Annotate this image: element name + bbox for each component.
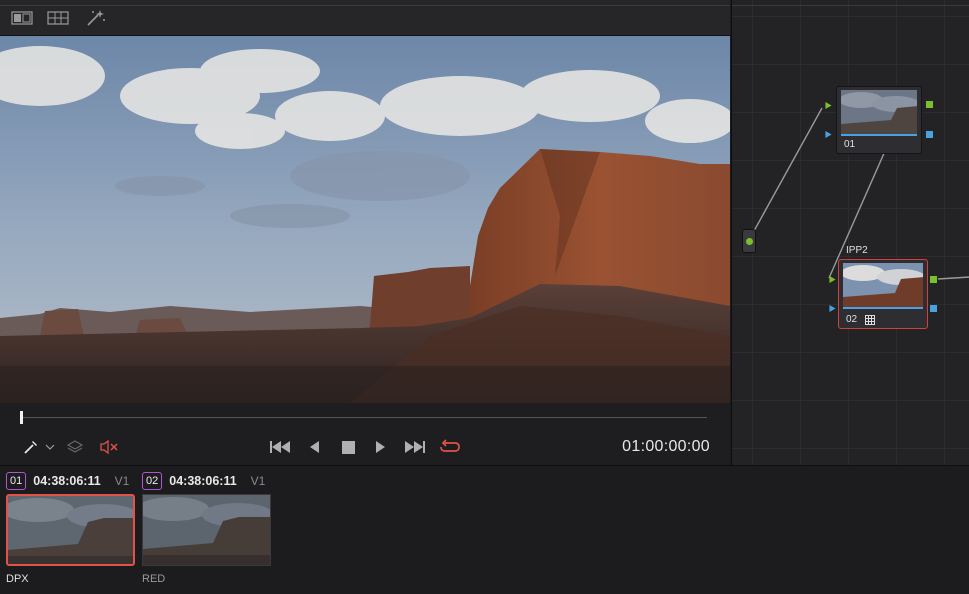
node-01-thumbnail bbox=[841, 90, 917, 134]
node-01-rgb-output[interactable] bbox=[926, 101, 933, 108]
node-01-progress-bar bbox=[841, 134, 917, 136]
clip-01-number: 01 bbox=[6, 472, 27, 490]
clip-02-thumbnail[interactable] bbox=[142, 494, 271, 566]
color-page: 01:00:00:00 01 IPP2 02 01 04:38:06:11 V1… bbox=[0, 0, 969, 594]
clips-strip: 01 04:38:06:11 V1 DPX 02 04:38:06:11 V1 … bbox=[0, 465, 969, 594]
clip-02-timecode: 04:38:06:11 bbox=[169, 474, 237, 488]
layers-icon[interactable] bbox=[66, 436, 84, 458]
clip-01-thumbnail[interactable] bbox=[6, 494, 135, 566]
play-reverse-icon[interactable] bbox=[306, 436, 322, 458]
node-02-progress-bar bbox=[843, 307, 923, 309]
node-02-rgb-input[interactable] bbox=[829, 276, 836, 283]
node-02-thumbnail bbox=[843, 263, 923, 307]
node-01-rgb-input[interactable] bbox=[825, 102, 832, 109]
landscape-image bbox=[0, 36, 730, 403]
mute-icon[interactable] bbox=[99, 436, 119, 458]
image-wipe-icon[interactable] bbox=[9, 8, 35, 28]
play-icon[interactable] bbox=[373, 436, 389, 458]
node-02-key-input[interactable] bbox=[829, 305, 836, 312]
clip-02-header: 02 04:38:06:11 V1 bbox=[142, 472, 265, 490]
node-01[interactable]: 01 bbox=[836, 86, 922, 154]
node-02-key-output[interactable] bbox=[930, 305, 937, 312]
node-02-title: IPP2 bbox=[846, 245, 868, 256]
clip-01-name: DPX bbox=[6, 573, 29, 585]
magic-wand-icon[interactable] bbox=[83, 8, 109, 28]
top-divider bbox=[0, 0, 730, 6]
loop-icon[interactable] bbox=[438, 436, 462, 458]
lut-grid-icon bbox=[865, 314, 876, 325]
clip-01-track: V1 bbox=[114, 474, 130, 488]
node-02-label: 02 bbox=[846, 314, 876, 325]
clip-01-timecode: 04:38:06:11 bbox=[33, 474, 101, 488]
node-01-key-output[interactable] bbox=[926, 131, 933, 138]
viewer-image[interactable] bbox=[0, 36, 730, 403]
stop-icon[interactable] bbox=[339, 436, 357, 458]
clip-02-number: 02 bbox=[142, 472, 163, 490]
scrubber-playhead[interactable] bbox=[20, 411, 23, 424]
transport-bar: 01:00:00:00 bbox=[0, 403, 730, 465]
split-screen-icon[interactable] bbox=[45, 8, 71, 28]
viewer-toolbar bbox=[0, 0, 730, 36]
node-editor[interactable]: 01 IPP2 02 bbox=[731, 0, 969, 465]
skip-to-start-icon[interactable] bbox=[268, 436, 292, 458]
scrubber-track[interactable] bbox=[22, 417, 707, 418]
clip-02-track: V1 bbox=[250, 474, 266, 488]
node-02[interactable]: 02 bbox=[838, 259, 928, 329]
node-01-key-input[interactable] bbox=[825, 131, 832, 138]
viewer-timecode: 01:00:00:00 bbox=[622, 438, 710, 455]
node-connections bbox=[748, 107, 969, 280]
node-01-label: 01 bbox=[844, 139, 856, 150]
clip-02-name: RED bbox=[142, 573, 166, 585]
chevron-down-icon[interactable] bbox=[44, 436, 56, 458]
eyedropper-icon[interactable] bbox=[22, 436, 40, 458]
node-02-rgb-output[interactable] bbox=[930, 276, 937, 283]
source-input-node[interactable] bbox=[742, 229, 756, 253]
clip-01-header: 01 04:38:06:11 V1 bbox=[6, 472, 129, 490]
skip-to-end-icon[interactable] bbox=[403, 436, 427, 458]
